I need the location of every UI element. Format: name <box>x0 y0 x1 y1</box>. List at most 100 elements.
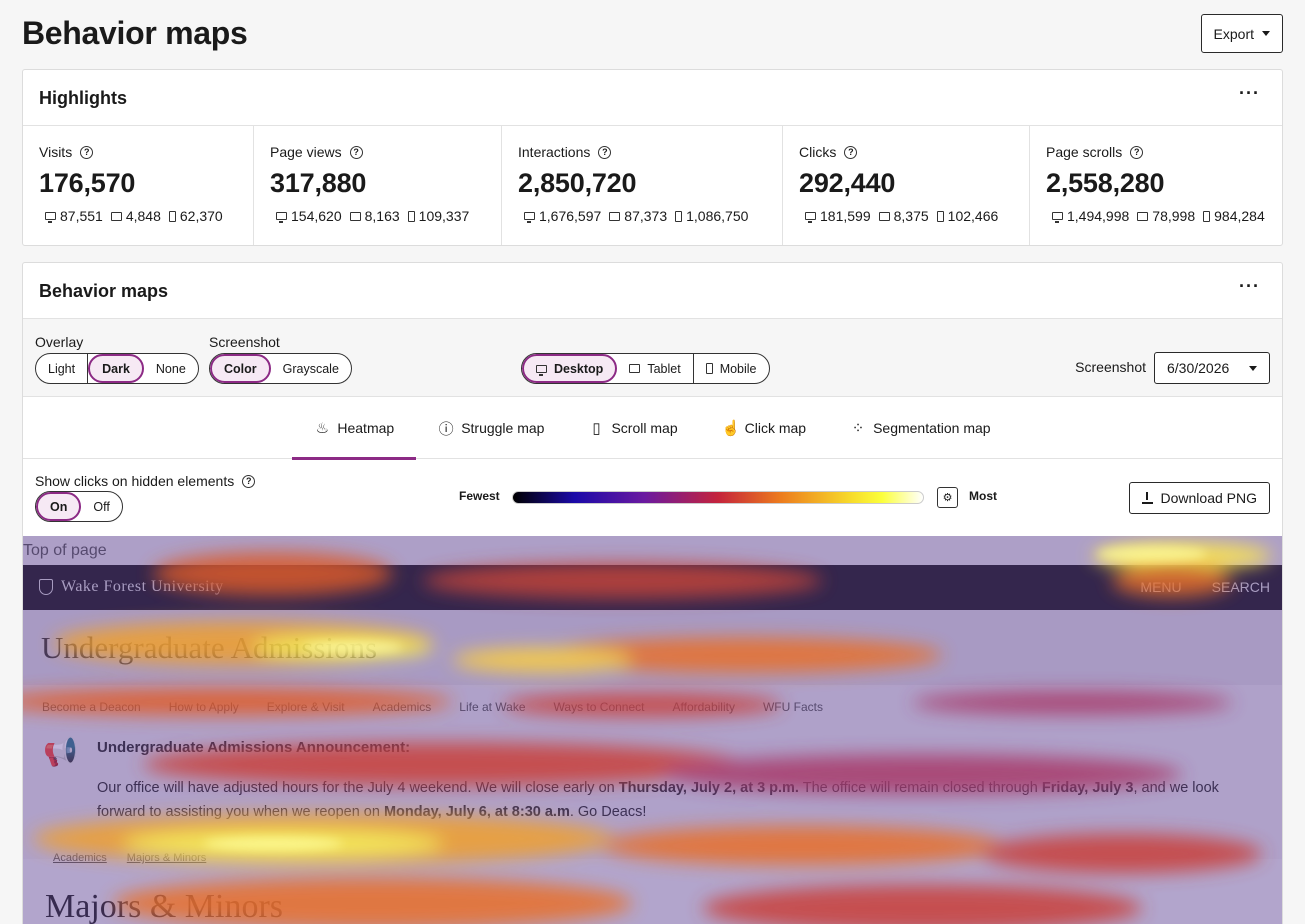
map-tabs: ♨ Heatmap ⓘ Struggle map ▯ Scroll map ☝ Clic… <box>23 397 1282 460</box>
hidden-clicks-off-option[interactable]: Off <box>81 492 121 521</box>
flame-icon: ♨ <box>315 420 330 437</box>
download-png-button[interactable]: Download PNG <box>1128 482 1270 514</box>
breadcrumb: Academics Majors & Minors <box>53 852 206 864</box>
tab-scroll-map[interactable]: ▯ Scroll map <box>566 397 699 459</box>
mobile-icon <box>936 210 944 222</box>
legend-max-label: Most <box>969 489 997 503</box>
top-of-page-marker: Top of page <box>23 542 107 559</box>
desktop-icon <box>805 212 816 223</box>
site-menu-item[interactable]: How to Apply <box>169 700 239 714</box>
site-hero: Undergraduate Admissions <box>23 610 1282 685</box>
metric-value: 2,558,280 <box>1046 168 1165 198</box>
device-tablet-option[interactable]: Tablet <box>617 354 694 383</box>
metric-interactions: Interactions? 2,850,720 1,676,597 87,373… <box>502 126 783 245</box>
wfu-logo[interactable]: Wake Forest University <box>39 578 224 596</box>
hidden-clicks-toggle: On Off <box>35 491 123 522</box>
site-search-link[interactable]: SEARCH <box>1212 579 1270 595</box>
metric-breakdown: 154,620 8,163 109,337 <box>270 208 485 224</box>
desktop-icon <box>1052 212 1063 223</box>
map-controls: Overlay Light Dark None Screenshot Color… <box>23 319 1282 397</box>
breadcrumb-item[interactable]: Majors & Minors <box>127 852 206 864</box>
site-menu-item[interactable]: Affordability <box>672 700 734 714</box>
breadcrumb-item[interactable]: Academics <box>53 852 107 864</box>
tablet-icon <box>609 211 621 221</box>
desktop-icon <box>45 212 56 223</box>
mobile-icon <box>407 210 415 222</box>
gear-icon[interactable]: ⚙ <box>937 487 958 508</box>
overlay-none-option[interactable]: None <box>144 354 198 383</box>
overlay-label: Overlay <box>35 334 84 350</box>
tablet-icon <box>629 364 641 373</box>
help-icon[interactable]: ? <box>80 145 94 159</box>
help-icon[interactable]: ? <box>1130 145 1144 159</box>
highlights-header: Highlights ··· <box>23 70 1282 126</box>
color-option[interactable]: Color <box>210 354 271 383</box>
metric-value: 292,440 <box>799 168 896 198</box>
hidden-clicks-on-option[interactable]: On <box>36 492 82 521</box>
section-title: Majors & Minors <box>45 888 283 924</box>
tablet-count: 87,373 <box>624 208 668 224</box>
scatter-icon: ⁘ <box>851 420 865 437</box>
metric-value: 176,570 <box>39 168 136 198</box>
device-desktop-option[interactable]: Desktop <box>522 354 618 383</box>
chevron-down-icon <box>1262 31 1270 36</box>
mobile-icon <box>675 210 683 222</box>
site-menu-item[interactable]: Academics <box>373 700 432 714</box>
tab-segmentation-map[interactable]: ⁘ Segmentation map <box>828 397 1013 459</box>
screenshot-mode-label: Screenshot <box>209 334 280 350</box>
chevron-down-icon <box>1249 365 1257 371</box>
site-menu-item[interactable]: Life at Wake <box>459 700 525 714</box>
device-toggle: Desktop Tablet Mobile <box>521 353 770 384</box>
device-mobile-option[interactable]: Mobile <box>694 354 769 383</box>
site-menu-item[interactable]: Explore & Visit <box>267 700 345 714</box>
grayscale-option[interactable]: Grayscale <box>271 354 351 383</box>
help-icon[interactable]: ? <box>349 145 363 159</box>
help-icon[interactable]: ? <box>598 145 612 159</box>
desktop-icon <box>536 364 547 376</box>
metric-value: 2,850,720 <box>518 168 637 198</box>
help-icon[interactable]: ? <box>242 474 256 488</box>
tablet-count: 8,163 <box>364 208 400 224</box>
metric-clicks: Clicks? 292,440 181,599 8,375 102,466 <box>783 126 1030 245</box>
mobile-count: 109,337 <box>418 208 470 224</box>
behavior-maps-title: Behavior maps <box>39 281 169 301</box>
metric-label: Page scrolls <box>1046 144 1123 160</box>
mobile-icon <box>705 363 713 374</box>
tablet-icon <box>349 211 361 221</box>
desktop-count: 181,599 <box>820 208 871 224</box>
mobile-icon <box>168 210 176 222</box>
metric-visits: Visits? 176,570 87,551 4,848 62,370 <box>23 126 254 245</box>
screenshot-mode-toggle: Color Grayscale <box>209 353 352 384</box>
mouse-icon: ▯ <box>592 420 601 437</box>
metric-label: Clicks <box>799 144 837 160</box>
tablet-count: 8,375 <box>893 208 929 224</box>
metric-breakdown: 181,599 8,375 102,466 <box>799 208 1013 224</box>
export-button[interactable]: Export <box>1200 14 1283 53</box>
metric-breakdown: 1,676,597 87,373 1,086,750 <box>518 208 766 224</box>
download-label: Download PNG <box>1160 490 1258 506</box>
site-announcement: 📢 Undergraduate Admissions Announcement:… <box>23 729 1282 864</box>
tablet-icon <box>110 211 122 221</box>
tab-heatmap[interactable]: ♨ Heatmap <box>292 397 416 460</box>
metrics-row: Visits? 176,570 87,551 4,848 62,370 Page… <box>23 126 1282 245</box>
site-menu-link[interactable]: MENU <box>1140 579 1181 595</box>
announcement-title: Undergraduate Admissions Announcement: <box>97 739 411 756</box>
mobile-icon <box>1203 210 1211 222</box>
hidden-clicks-label: Show clicks on hidden elements <box>35 473 235 489</box>
screenshot-date-value: 6/30/2026 <box>1167 360 1230 376</box>
highlights-more-icon[interactable]: ··· <box>1239 84 1260 102</box>
site-menu-item[interactable]: Ways to Connect <box>554 700 645 714</box>
site-menu-item[interactable]: Become a Deacon <box>42 700 141 714</box>
behavior-maps-more-icon[interactable]: ··· <box>1239 277 1260 295</box>
alert-circle-icon: ⓘ <box>438 420 454 438</box>
pointer-icon: ☝ <box>721 420 741 437</box>
overlay-dark-option[interactable]: Dark <box>88 354 144 383</box>
heatmap-toolbar: Show clicks on hidden elements? On Off F… <box>23 459 1282 537</box>
help-icon[interactable]: ? <box>844 145 858 159</box>
overlay-light-option[interactable]: Light <box>36 354 89 383</box>
tab-struggle-map[interactable]: ⓘ Struggle map <box>416 397 566 459</box>
site-menu-item[interactable]: WFU Facts <box>763 700 823 714</box>
tab-click-map[interactable]: ☝ Click map <box>700 397 828 459</box>
site-hero-title: Undergraduate Admissions <box>41 630 378 665</box>
screenshot-date-select[interactable]: 6/30/2026 <box>1154 352 1270 384</box>
